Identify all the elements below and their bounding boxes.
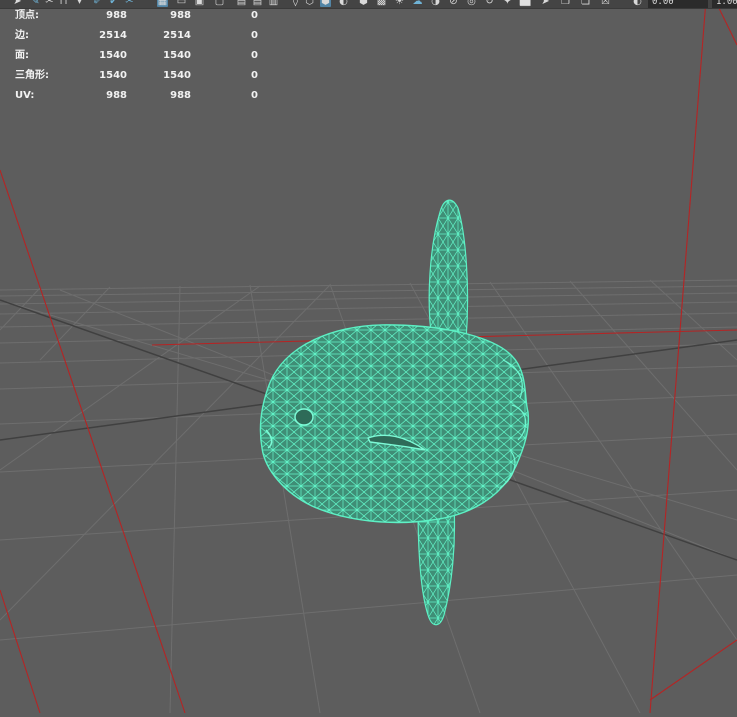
paint-icon[interactable]: ✐	[92, 0, 103, 7]
checker-icon[interactable]: ▩	[376, 0, 387, 7]
lights-icon[interactable]: ☀	[394, 0, 405, 7]
hud-row-vertices: 顶点: 988 988 0	[0, 9, 270, 23]
hud-value: 0	[251, 50, 258, 61]
select-icon[interactable]: ⊓	[58, 0, 69, 7]
hud-value: 988	[106, 90, 127, 101]
frame-icon[interactable]: ▭	[176, 0, 187, 7]
hud-label: 边:	[15, 30, 29, 41]
lasso-icon[interactable]: ✔	[108, 0, 119, 7]
hud-row-uvs: UV: 988 988 0	[0, 89, 270, 103]
shaded-cube-icon[interactable]: ⬢	[320, 0, 331, 7]
shadow-icon[interactable]: ☁	[412, 0, 423, 7]
hud-value: 0	[251, 90, 258, 101]
hud-row-edges: 边: 2514 2514 0	[0, 29, 270, 43]
hud-value: 988	[106, 10, 127, 21]
hud-value: 2514	[163, 30, 191, 41]
resolution-icon[interactable]: ▥	[268, 0, 279, 7]
hud-value: 988	[170, 10, 191, 21]
isolate-icon[interactable]: ◎	[466, 0, 477, 7]
hud-value: 2514	[99, 30, 127, 41]
copy-icon[interactable]: ❐	[560, 0, 571, 7]
hud-row-triangles: 三角形: 1540 1540 0	[0, 69, 270, 83]
light-icon[interactable]: ◊	[290, 0, 301, 7]
wire-box-icon[interactable]: ▢	[214, 0, 225, 7]
snap-icon[interactable]: ✂	[44, 0, 55, 7]
pointer-icon[interactable]: ➤	[540, 0, 551, 7]
hud-label: 顶点:	[15, 10, 39, 21]
hud-value: 0	[251, 70, 258, 81]
hud-row-faces: 面: 1540 1540 0	[0, 49, 270, 63]
scissors-icon[interactable]: ✂	[124, 0, 135, 7]
paste-icon[interactable]: ❏	[580, 0, 591, 7]
cube-icon[interactable]: ⬡	[304, 0, 315, 7]
camera-icon[interactable]: ✦	[502, 0, 513, 7]
hud-value: 1540	[163, 70, 191, 81]
pin-icon[interactable]: ✎	[30, 0, 41, 7]
hud-value: 0	[251, 30, 258, 41]
close-frame-icon[interactable]: ☒	[600, 0, 611, 7]
xray-icon[interactable]: ⊘	[448, 0, 459, 7]
exposure-field[interactable]: 0.00	[648, 0, 708, 8]
hud-value: 1540	[163, 50, 191, 61]
hud-value: 1540	[99, 70, 127, 81]
viewport-canvas[interactable]	[0, 0, 737, 714]
texture-icon[interactable]: ⬢	[358, 0, 369, 7]
exposure-icon[interactable]: ◐	[632, 0, 643, 7]
smooth-icon[interactable]: ◐	[338, 0, 349, 7]
hud-label: 面:	[15, 50, 29, 61]
cursor-icon[interactable]: ▾	[74, 0, 85, 7]
hud-value: 1540	[99, 50, 127, 61]
refresh-icon[interactable]: ↻	[484, 0, 495, 7]
gate-icon[interactable]: ⬜	[519, 0, 531, 7]
gamma-field[interactable]: 1.00	[712, 0, 737, 8]
film-icon[interactable]: ▤	[252, 0, 263, 7]
grid-icon[interactable]: ▦	[157, 0, 168, 7]
ao-icon[interactable]: ◑	[430, 0, 441, 7]
box-icon[interactable]: ▣	[194, 0, 205, 7]
toolbar-strip: ➤ ✎ ✂ ⊓ ▾ ✐ ✔ ✂ ▦ ▭ ▣ ▢ ▤ ▤ ▥ ◊ ⬡ ⬢ ◐ ⬢ …	[0, 0, 737, 9]
hud-label: 三角形:	[15, 70, 49, 81]
hud-value: 988	[170, 90, 191, 101]
image-icon[interactable]: ▤	[236, 0, 247, 7]
hud-label: UV:	[15, 90, 35, 101]
3d-viewport[interactable]	[0, 0, 737, 714]
arrow-icon[interactable]: ➤	[12, 0, 23, 7]
hud-value: 0	[251, 10, 258, 21]
fish-eye	[294, 408, 314, 426]
